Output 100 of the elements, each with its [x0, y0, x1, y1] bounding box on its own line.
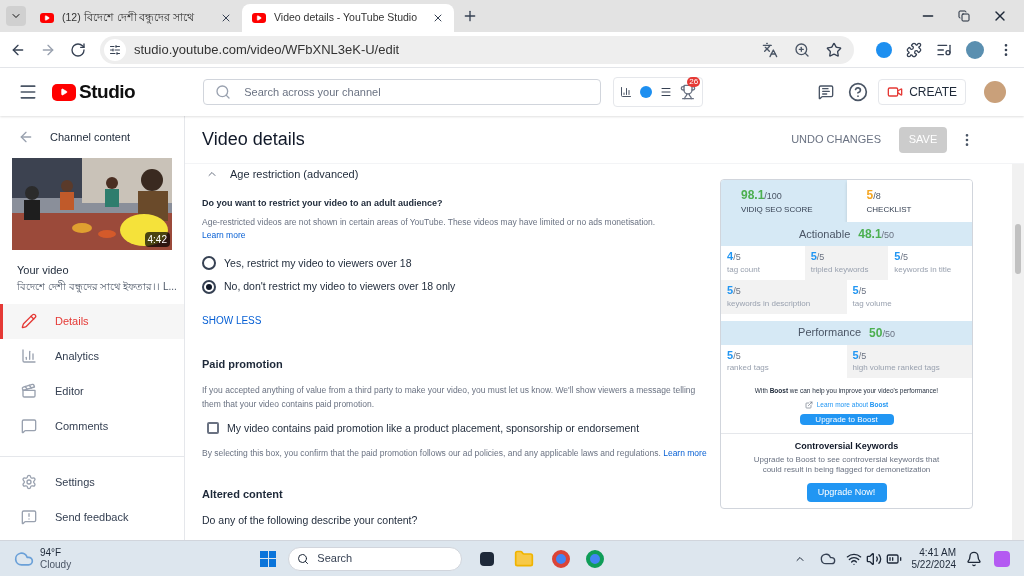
close-icon[interactable]	[432, 12, 444, 24]
metric-label: tag volume	[852, 297, 893, 310]
learn-more-link[interactable]: Learn more	[663, 448, 707, 459]
chrome-icon[interactable]	[552, 549, 571, 568]
nav-item[interactable]: Editor	[0, 373, 184, 409]
video-plus-icon	[887, 84, 904, 100]
radio-label[interactable]: No, don't restrict my video to viewers over 18 only	[224, 279, 456, 295]
youtube-icon	[40, 13, 54, 23]
copilot-icon[interactable]	[994, 550, 1010, 567]
section-heading: Altered content	[202, 487, 284, 503]
metric-score: 4/5	[727, 250, 742, 264]
weather-condition: Cloudy	[40, 558, 72, 571]
site-settings-icon[interactable]	[109, 43, 121, 56]
notification-badge: 26	[687, 77, 701, 87]
youtube-icon	[252, 13, 266, 23]
checkbox[interactable]	[207, 422, 219, 435]
disclaimer-text: By selecting this box, you confirm that the paid promotion follows our ad policies, and any applicable laws and regulations. Learn more	[202, 447, 708, 461]
duration-badge: 4:42	[144, 232, 170, 247]
search-icon	[215, 84, 232, 100]
checkbox-label[interactable]: My video contains paid promotion like a product placement, sponsorship or endorsement	[227, 420, 640, 437]
radio-button[interactable]	[202, 256, 216, 271]
zoom-icon[interactable]	[794, 41, 810, 58]
tab-title: Video details - YouTube Studio	[274, 10, 419, 26]
nav-item[interactable]: Settings	[0, 464, 184, 500]
tab-title: (12) বিদেশে দেশী বন্ধুদের সাথে	[62, 10, 196, 26]
bell-icon[interactable]	[966, 550, 982, 567]
search-field[interactable]: Search across your channel	[203, 79, 602, 105]
browser-tab[interactable]: (12) বিদেশে দেশী বন্ধুদের সাথে	[30, 4, 242, 32]
scrollbar[interactable]	[1012, 164, 1024, 540]
nav-item[interactable]: Analytics	[0, 338, 184, 374]
list-icon[interactable]	[660, 86, 673, 98]
question-text: Do you want to restrict your video to an adult audience?	[202, 196, 444, 210]
reload-icon[interactable]	[70, 41, 86, 58]
metric-score: 5/5	[852, 283, 868, 298]
studio-logo[interactable]: Studio	[52, 77, 136, 107]
create-button[interactable]: CREATE	[878, 79, 966, 105]
youtube-icon	[52, 83, 76, 101]
analytics-icon	[21, 348, 37, 364]
address-bar[interactable]: studio.youtube.com/video/WFbXNL3eK-U/edit	[100, 35, 854, 64]
metric-label: keywords in description	[727, 297, 812, 310]
section-header: Performance 50/50	[721, 320, 972, 345]
task-view-icon[interactable]	[480, 551, 495, 566]
translate-icon[interactable]	[762, 41, 778, 58]
url-text: studio.youtube.com/video/WFbXNL3eK-U/edit	[134, 40, 401, 59]
nav-item[interactable]: Comments	[0, 408, 184, 444]
menu-icon[interactable]	[18, 82, 38, 102]
settings-icon	[21, 474, 37, 490]
metric-label: ranked tags	[727, 362, 770, 375]
metric-label: high volume ranked tags	[852, 362, 941, 375]
metric-score: 5/5	[810, 250, 826, 264]
chart-icon[interactable]	[620, 86, 633, 98]
temperature: 94°F	[40, 546, 63, 559]
age-restriction-toggle[interactable]: Age restriction (advanced)	[202, 166, 710, 183]
score-tab[interactable]: 98.1/100 VIDIQ SEO SCORE	[721, 180, 847, 222]
feedback-icon[interactable]	[818, 84, 835, 100]
metric-score: 5/5	[727, 283, 742, 298]
restore-icon[interactable]	[958, 10, 970, 22]
windows-start-icon[interactable]	[260, 550, 277, 567]
metric-label: keywords in title	[894, 263, 953, 276]
metric-score: 5/5	[727, 348, 742, 363]
controversial-text: Upgrade to Boost to see controversial keywords that could result in being flagged for demonetization	[752, 455, 941, 476]
section-header: Actionable 48.1/50	[721, 222, 972, 246]
search-icon	[297, 552, 310, 565]
video-thumbnail[interactable]: 4:42	[12, 158, 172, 250]
page-title: Video details	[202, 128, 305, 151]
new-tab-icon[interactable]	[462, 8, 478, 24]
help-icon[interactable]	[848, 82, 869, 102]
video-title: বিদেশে দেশী বন্ধুদের সাথে ইফতার।। L...	[16, 279, 178, 294]
back-link[interactable]: Channel content	[50, 128, 131, 146]
radio-button[interactable]	[202, 280, 216, 295]
tab-list-button[interactable]	[6, 6, 26, 26]
controversial-title: Controversial Keywords	[794, 439, 899, 453]
clock-date: 5/22/2024	[911, 558, 956, 571]
undo-changes-button[interactable]: UNDO CHANGES	[783, 131, 889, 148]
metric-label: tag count	[727, 263, 761, 276]
taskbar-search[interactable]: Search	[288, 546, 463, 571]
show-less-button[interactable]: SHOW LESS	[202, 313, 262, 328]
close-icon[interactable]	[220, 12, 232, 24]
extension-icon[interactable]	[876, 41, 892, 58]
comments-icon	[21, 418, 37, 434]
chrome-icon[interactable]	[586, 549, 605, 568]
radio-label[interactable]: Yes, restrict my video to viewers over 18	[224, 255, 412, 272]
details-icon	[21, 313, 37, 329]
metric-score: 5/5	[894, 250, 909, 264]
section-heading: Paid promotion	[202, 357, 284, 372]
extension-icon[interactable]	[640, 86, 653, 98]
editor-icon	[21, 383, 37, 399]
bookmark-star-icon[interactable]	[826, 41, 842, 58]
browser-tab[interactable]: Video details - YouTube Studio	[242, 4, 454, 32]
help-text: Age-restricted videos are not shown in certain areas of YouTube. These videos may have limited or no ads monetisation.	[202, 216, 657, 229]
score-tab[interactable]: 5/8 CHECKLIST	[846, 180, 972, 222]
volume-icon[interactable]	[865, 550, 882, 567]
nav-item[interactable]: Details	[0, 303, 184, 339]
extensions-icon[interactable]	[906, 41, 922, 58]
profile-avatar[interactable]	[966, 40, 984, 59]
learn-more-link[interactable]: Learn more	[202, 228, 246, 242]
external-link-icon	[804, 400, 813, 409]
your-video-label: Your video	[16, 263, 70, 278]
metric-score: 5/5	[852, 348, 868, 363]
nav-item[interactable]: Send feedback	[0, 499, 184, 535]
